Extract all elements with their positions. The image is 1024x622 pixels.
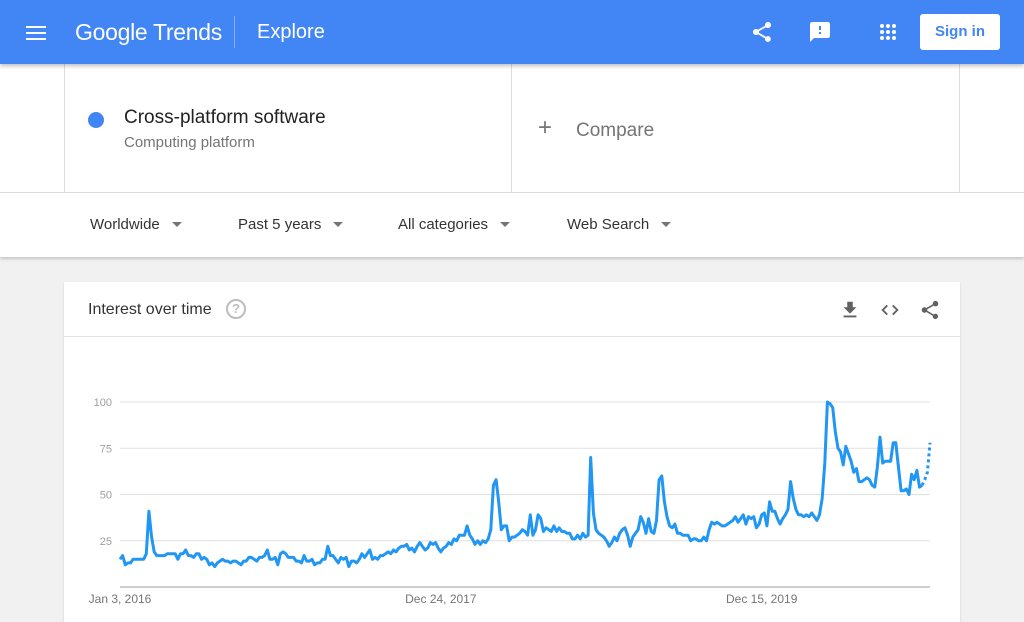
share-icon[interactable] xyxy=(750,20,774,44)
y-tick-label: 100 xyxy=(94,397,112,409)
apps-icon[interactable] xyxy=(876,20,900,44)
google-trends-logo[interactable]: Google Trends xyxy=(75,19,222,46)
region-label: Worldwide xyxy=(90,216,160,233)
feedback-icon[interactable] xyxy=(808,20,832,44)
term-name[interactable]: Cross-platform software xyxy=(124,107,326,129)
time-range-label: Past 5 years xyxy=(238,216,322,233)
interest-over-time-card: Interest over time ? 25 50 75 100 Jan 3, 20… xyxy=(64,282,960,622)
search-terms-area: Cross-platform software Computing platfo… xyxy=(0,64,1024,193)
filter-bar: Worldwide Past 5 years All categories We… xyxy=(0,193,1024,257)
caret-down-icon xyxy=(500,222,511,227)
top-app-bar: Google Trends Explore Sign in xyxy=(0,0,1024,64)
page-title: Explore xyxy=(257,21,325,43)
x-tick-label: Dec 24, 2017 xyxy=(405,592,477,606)
search-type-dropdown[interactable]: Web Search xyxy=(567,216,672,233)
sign-in-button[interactable]: Sign in xyxy=(920,14,1000,50)
time-range-dropdown[interactable]: Past 5 years xyxy=(238,216,344,233)
search-type-label: Web Search xyxy=(567,216,650,233)
caret-down-icon xyxy=(171,222,182,227)
x-tick-label: Dec 15, 2019 xyxy=(726,592,798,606)
caret-down-icon xyxy=(661,222,672,227)
partial-data-line xyxy=(920,442,932,486)
compare-card[interactable]: + Compare xyxy=(512,64,960,193)
caret-down-icon xyxy=(333,222,344,227)
region-dropdown[interactable]: Worldwide xyxy=(90,216,182,233)
x-tick-label: Jan 3, 2016 xyxy=(89,592,152,606)
category-label: All categories xyxy=(398,216,489,233)
term-color-dot xyxy=(88,112,104,128)
add-icon: + xyxy=(538,114,553,141)
series-line xyxy=(118,400,923,569)
y-tick-label: 25 xyxy=(100,536,112,548)
compare-button[interactable]: Compare xyxy=(576,120,654,142)
y-tick-label: 75 xyxy=(100,443,112,455)
header-divider xyxy=(234,16,235,48)
y-tick-label: 50 xyxy=(100,490,112,502)
interest-line-chart: 25 50 75 100 Jan 3, 2016 Dec 24, 2017 Dec 15,… xyxy=(89,397,932,606)
category-dropdown[interactable]: All categories xyxy=(398,216,511,233)
search-term-card[interactable]: Cross-platform software Computing platfo… xyxy=(64,64,512,193)
menu-icon[interactable] xyxy=(26,26,46,40)
term-subtitle: Computing platform xyxy=(124,134,255,151)
